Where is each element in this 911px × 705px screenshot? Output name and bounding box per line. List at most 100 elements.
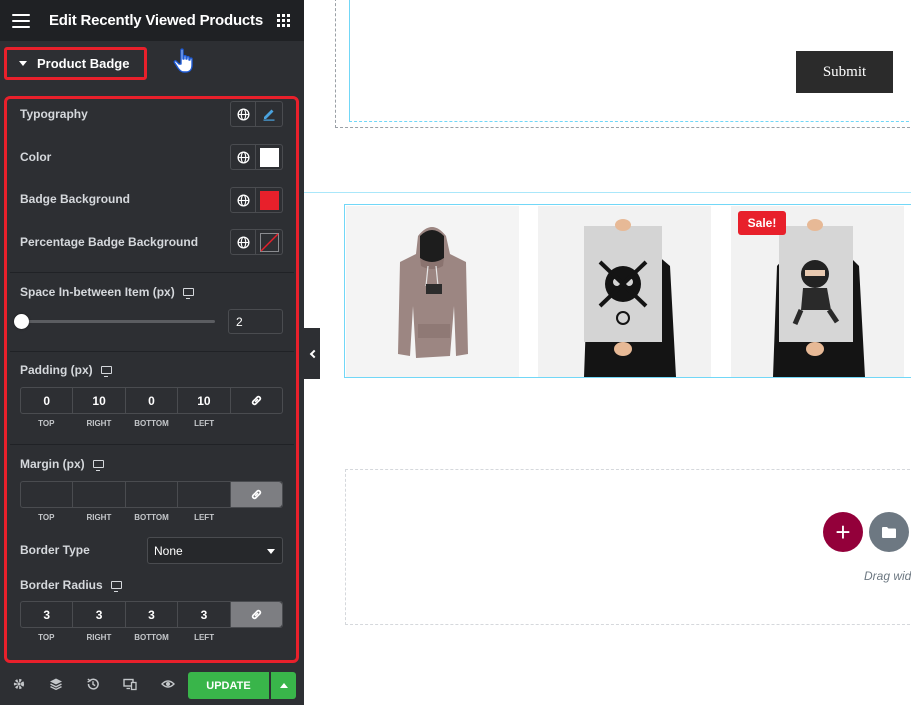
margin-top-input[interactable] — [21, 482, 74, 507]
section-title: Product Badge — [37, 56, 130, 71]
add-section-button[interactable]: + — [823, 512, 863, 552]
pct-badge-bg-global-button[interactable] — [230, 229, 256, 255]
padding-label: Padding (px) — [20, 363, 112, 377]
space-slider-track[interactable] — [22, 320, 215, 323]
update-options-button[interactable] — [271, 672, 296, 699]
margin-label: Margin (px) — [20, 457, 104, 471]
radius-right-input[interactable]: 3 — [73, 602, 126, 627]
space-slider-handle[interactable] — [14, 314, 29, 329]
add-template-button[interactable] — [869, 512, 909, 552]
border-type-value: None — [154, 543, 183, 558]
radius-bottom-input[interactable]: 3 — [126, 602, 179, 627]
empty-drop-section — [345, 469, 911, 625]
history-icon[interactable] — [86, 677, 100, 691]
sale-badge: Sale! — [738, 211, 786, 235]
radius-left-input[interactable]: 3 — [178, 602, 231, 627]
typography-edit-button[interactable] — [256, 101, 283, 127]
color-swatch — [259, 147, 279, 167]
margin-right-input[interactable] — [73, 482, 126, 507]
caret-down-icon — [19, 61, 27, 66]
menu-icon[interactable] — [12, 13, 30, 28]
update-button[interactable]: UPDATE — [188, 672, 269, 699]
divider — [10, 444, 294, 445]
radius-link-button[interactable] — [230, 602, 283, 627]
dim-label-right: RIGHT — [86, 633, 112, 642]
dim-label-left: LEFT — [194, 633, 215, 642]
pencil-icon — [263, 109, 275, 121]
layers-icon[interactable] — [49, 677, 63, 691]
padding-inputs: 0 10 0 10 — [20, 387, 283, 414]
link-icon — [251, 395, 261, 406]
space-label-text: Space In-between Item (px) — [20, 285, 175, 299]
submit-button[interactable]: Submit — [796, 51, 893, 93]
gear-icon[interactable] — [12, 677, 26, 691]
dim-label-top: TOP — [38, 633, 55, 642]
product-image-poster-skull[interactable] — [538, 206, 711, 377]
hoodie-image — [346, 206, 519, 377]
typography-label: Typography — [20, 107, 88, 121]
color-label: Color — [20, 150, 52, 164]
panel-title: Edit Recently Viewed Products — [49, 12, 263, 29]
margin-left-input[interactable] — [178, 482, 231, 507]
badge-bg-swatch — [259, 190, 279, 210]
no-color-swatch-icon — [259, 232, 279, 252]
desktop-icon[interactable] — [110, 580, 122, 592]
dim-label-bottom: BOTTOM — [134, 419, 169, 428]
dim-label-left: LEFT — [194, 419, 215, 428]
divider — [10, 351, 294, 352]
plus-icon: + — [835, 517, 851, 547]
globe-icon — [236, 235, 250, 249]
color-global-button[interactable] — [230, 144, 256, 170]
desktop-icon[interactable] — [100, 365, 112, 377]
margin-inputs — [20, 481, 283, 508]
border-type-label: Border Type — [20, 543, 90, 557]
radius-top-input[interactable]: 3 — [21, 602, 74, 627]
panel-header: Edit Recently Viewed Products — [0, 0, 304, 41]
space-input[interactable]: 2 — [228, 309, 283, 334]
link-icon — [251, 489, 261, 500]
padding-right-input[interactable]: 10 — [73, 388, 126, 413]
padding-link-button[interactable] — [231, 388, 282, 413]
badge-background-label: Badge Background — [20, 192, 131, 206]
responsive-icon[interactable] — [123, 677, 137, 691]
dim-label-top: TOP — [38, 419, 55, 428]
padding-left-input[interactable]: 10 — [178, 388, 231, 413]
padding-bottom-input[interactable]: 0 — [126, 388, 179, 413]
dim-label-bottom: BOTTOM — [134, 633, 169, 642]
color-picker-button[interactable] — [256, 144, 283, 170]
dim-label-bottom: BOTTOM — [134, 513, 169, 522]
widgets-grid-icon[interactable] — [277, 14, 290, 27]
margin-link-button[interactable] — [230, 482, 283, 507]
dim-label-left: LEFT — [194, 513, 215, 522]
pct-badge-bg-picker-button[interactable] — [256, 229, 283, 255]
border-type-select[interactable]: None — [147, 537, 283, 564]
product-image-hoodie[interactable] — [346, 206, 519, 377]
desktop-icon[interactable] — [182, 287, 194, 299]
chevron-down-icon — [267, 549, 275, 554]
desktop-icon[interactable] — [92, 459, 104, 471]
border-radius-label: Border Radius — [20, 578, 122, 592]
link-icon — [251, 609, 261, 620]
chevron-left-icon — [309, 349, 318, 358]
hand-cursor-icon — [173, 48, 193, 73]
dim-label-right: RIGHT — [86, 513, 112, 522]
section-product-badge[interactable]: Product Badge — [4, 47, 147, 80]
padding-top-input[interactable]: 0 — [21, 388, 74, 413]
border-radius-label-text: Border Radius — [20, 578, 103, 592]
globe-icon — [236, 193, 250, 207]
eye-icon[interactable] — [161, 677, 175, 691]
padding-label-text: Padding (px) — [20, 363, 93, 377]
caret-up-icon — [279, 683, 288, 688]
typography-global-button[interactable] — [230, 101, 256, 127]
globe-icon — [236, 107, 250, 121]
folder-icon — [882, 526, 896, 538]
space-label: Space In-between Item (px) — [20, 285, 194, 299]
section-divider — [304, 192, 911, 193]
margin-bottom-input[interactable] — [126, 482, 179, 507]
dim-label-top: TOP — [38, 513, 55, 522]
badge-bg-global-button[interactable] — [230, 187, 256, 213]
radius-dim-labels: TOP RIGHT BOTTOM LEFT — [20, 633, 283, 642]
drag-widget-hint: Drag wid — [864, 569, 911, 583]
collapse-panel-button[interactable] — [304, 328, 320, 379]
badge-bg-picker-button[interactable] — [256, 187, 283, 213]
